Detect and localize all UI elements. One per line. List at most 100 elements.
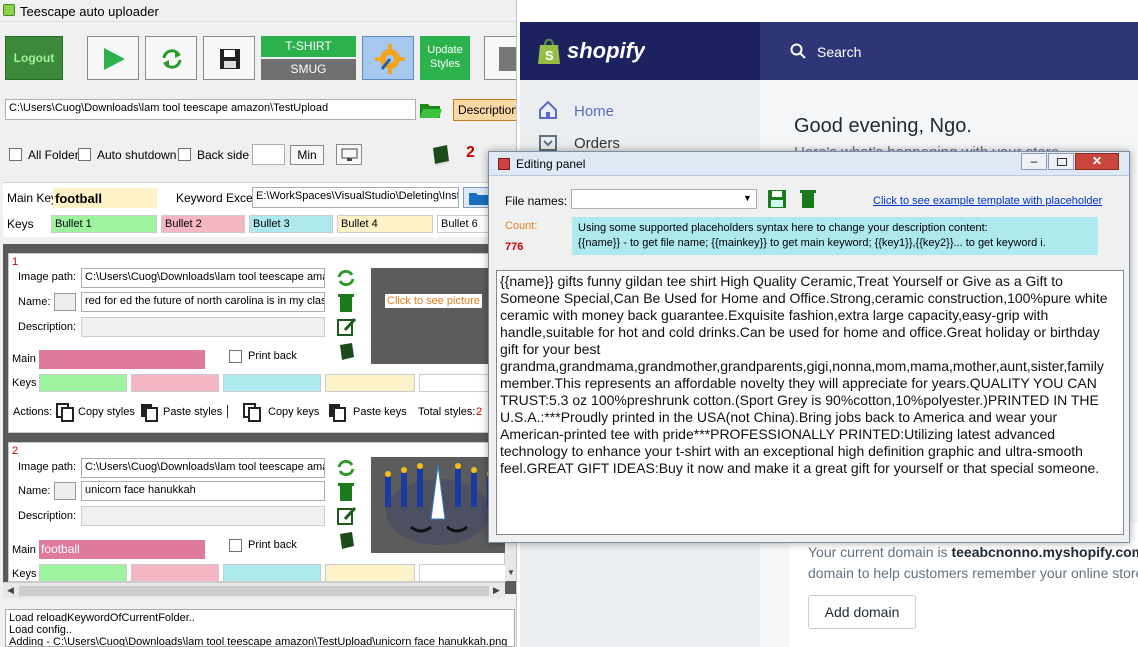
folder-path-input[interactable]: C:\Users\Cuog\Downloads\lam tool teescap… [5, 99, 416, 120]
auto-shutdown-checkbox[interactable] [78, 148, 91, 164]
minimize-button[interactable]: – [1021, 153, 1047, 170]
refresh-button[interactable] [145, 36, 197, 80]
main-key-input[interactable]: football [53, 188, 157, 208]
back-side-checkbox[interactable] [178, 148, 191, 164]
key-5-input[interactable] [419, 564, 506, 582]
main-input[interactable] [39, 350, 205, 369]
all-folder-checkbox[interactable] [9, 148, 22, 164]
book-icon[interactable] [337, 531, 357, 551]
log-line: Load reloadKeywordOfCurrentFolder.. [9, 612, 195, 624]
paste-styles-icon[interactable] [139, 402, 159, 422]
stop-button[interactable] [484, 36, 516, 80]
keys-label: Keys [12, 568, 37, 580]
print-back-checkbox[interactable] [229, 350, 242, 366]
floppy-icon [220, 49, 240, 69]
image-path-input[interactable]: C:\Users\Cuog\Downloads\lam tool teescap… [81, 268, 325, 288]
tshirt-button[interactable]: T-SHIRT [261, 36, 356, 57]
sidebar-item-home[interactable]: Home [574, 103, 614, 120]
actions-label: Actions: [13, 406, 53, 418]
save-button[interactable] [203, 36, 255, 80]
refresh-icon[interactable] [336, 268, 356, 288]
keyword-excel-path[interactable]: E:\WorkSpaces\VisualStudio\Deleting\Inst… [252, 187, 459, 208]
trash-icon[interactable] [337, 482, 355, 502]
screen-icon[interactable] [54, 293, 76, 311]
sidebar-item-orders[interactable]: Orders [574, 135, 620, 152]
file-names-label: File names: [505, 194, 568, 208]
copy-keys-button[interactable]: Copy keys [268, 406, 319, 418]
stop-icon [499, 47, 516, 71]
paste-keys-icon[interactable] [327, 402, 347, 422]
close-button[interactable]: ✕ [1075, 153, 1119, 170]
maximize-button[interactable] [1048, 153, 1074, 170]
log-console: Load reloadKeywordOfCurrentFolder.. Load… [5, 609, 515, 647]
key-1-input[interactable] [39, 564, 127, 582]
print-back-checkbox[interactable] [229, 539, 242, 555]
all-folder-label: All Folder [28, 148, 79, 162]
image-path-input[interactable]: C:\Users\Cuog\Downloads\lam tool teescap… [81, 458, 325, 478]
edit-icon[interactable] [337, 317, 357, 337]
copy-styles-button[interactable]: Copy styles [78, 406, 135, 418]
smug-button[interactable]: SMUG [261, 59, 356, 80]
unicorn-image-preview[interactable] [371, 457, 506, 553]
scroll-thumb[interactable] [19, 586, 489, 596]
screen-icon[interactable] [54, 482, 76, 500]
save-icon[interactable] [767, 189, 787, 209]
key-2-input[interactable] [131, 564, 219, 582]
paste-styles-button[interactable]: Paste styles [163, 406, 222, 418]
copy-styles-icon[interactable] [55, 402, 75, 422]
auto-shutdown-label: Auto shutdown [97, 148, 177, 162]
screen-button[interactable] [336, 144, 362, 165]
key-3-input[interactable] [223, 564, 321, 582]
description-input[interactable] [81, 506, 325, 526]
bullet-3-input[interactable]: Bullet 3 [249, 215, 333, 233]
scroll-down-arrow[interactable]: ▼ [507, 568, 515, 578]
chevron-down-icon: ▼ [743, 193, 752, 203]
key-1-input[interactable] [39, 374, 127, 392]
settings-button[interactable] [362, 36, 414, 80]
example-template-link[interactable]: Click to see example template with place… [873, 195, 1102, 207]
min-button[interactable]: Min [290, 145, 324, 165]
bullet-1-input[interactable]: Bullet 1 [51, 215, 157, 233]
trash-icon[interactable] [337, 293, 355, 313]
image-preview[interactable]: Click to see picture [371, 268, 506, 364]
image-path-label: Image path: [18, 271, 77, 283]
add-domain-button[interactable]: Add domain [808, 595, 916, 629]
min-value-input[interactable] [252, 144, 285, 165]
name-input[interactable]: red for ed the future of north carolina … [81, 292, 325, 312]
play-button[interactable] [87, 36, 139, 80]
open-folder-icon[interactable] [419, 100, 443, 120]
scroll-left-arrow[interactable]: ◀ [7, 585, 14, 596]
description-editor[interactable]: {{name}} gifts funny gildan tee shirt Hi… [496, 270, 1124, 535]
click-to-see-picture[interactable]: Click to see picture [385, 294, 482, 308]
paste-keys-button[interactable]: Paste keys [353, 406, 407, 418]
refresh-icon [162, 49, 182, 69]
item-count: 2 [466, 144, 475, 161]
key-2-input[interactable] [131, 374, 219, 392]
bullet-2-input[interactable]: Bullet 2 [161, 215, 245, 233]
scroll-right-arrow[interactable]: ▶ [493, 585, 500, 596]
logout-button[interactable]: Logout [5, 36, 63, 80]
horizontal-scrollbar[interactable]: ◀ ▶ [3, 582, 505, 598]
copy-keys-icon[interactable] [242, 402, 262, 422]
refresh-icon[interactable] [336, 458, 356, 478]
bullet-4-input[interactable]: Bullet 4 [337, 215, 433, 233]
descriptions-button[interactable]: Descriptions [453, 99, 516, 121]
file-names-dropdown[interactable]: ▼ [571, 189, 757, 209]
key-3-input[interactable] [223, 374, 321, 392]
item-index: 1 [12, 256, 19, 268]
book-icon[interactable] [430, 144, 452, 166]
shopify-search-bar[interactable]: Search [760, 22, 1138, 80]
key-4-input[interactable] [325, 564, 415, 582]
description-input[interactable] [81, 317, 325, 337]
name-label: Name: [18, 296, 51, 308]
name-input[interactable]: unicorn face hanukkah [81, 481, 325, 501]
delete-icon[interactable] [799, 189, 817, 209]
shopify-bag-icon: S [536, 36, 562, 66]
search-placeholder: Search [817, 44, 862, 60]
update-styles-button[interactable]: Update Styles [420, 36, 470, 80]
uploader-window: Teescape auto uploader Logout T-SHIRT SM… [0, 0, 517, 647]
key-4-input[interactable] [325, 374, 415, 392]
main-input[interactable]: football [39, 540, 205, 559]
book-icon[interactable] [337, 342, 357, 362]
edit-icon[interactable] [337, 506, 357, 526]
